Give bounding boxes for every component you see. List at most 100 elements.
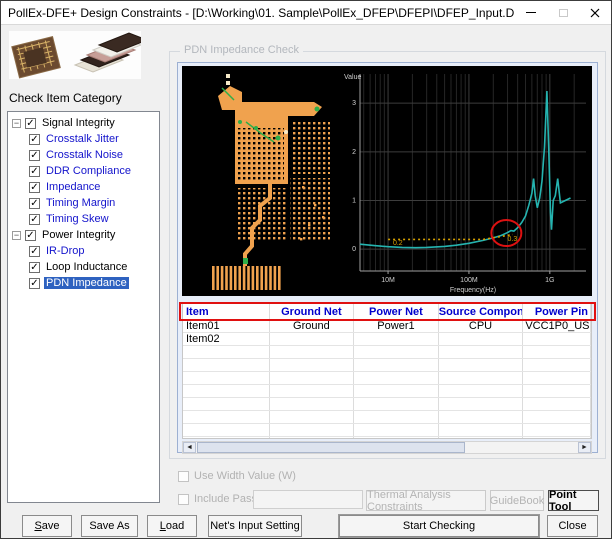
table-cell (523, 346, 591, 358)
maximize-icon (559, 9, 568, 17)
table-empty-row[interactable] (183, 359, 591, 372)
tree-item-power-integrity[interactable]: −✓ Power Integrity (9, 227, 159, 243)
category-label: Check Item Category (9, 91, 122, 105)
svg-text:1G: 1G (545, 277, 554, 284)
table-cell (439, 372, 524, 384)
table-cell (523, 385, 591, 397)
table-cell (183, 359, 270, 371)
tree-item-crosstalk-noise[interactable]: ✓Crosstalk Noise (9, 147, 159, 163)
tree-item-timing-skew[interactable]: ✓Timing Skew (9, 211, 159, 227)
column-header-ground-net: Ground Net (270, 304, 355, 319)
tree-item-label: Signal Integrity (40, 117, 117, 129)
svg-text:3: 3 (352, 100, 356, 107)
table-empty-row[interactable] (183, 385, 591, 398)
checkbox-icon[interactable]: ✓ (29, 278, 40, 289)
table-cell (439, 411, 524, 423)
close-icon (590, 8, 600, 18)
svg-text:0.2: 0.2 (393, 240, 403, 247)
load-button[interactable]: Load (147, 515, 197, 537)
checkbox-icon[interactable]: ✓ (29, 246, 40, 257)
column-header-power-net: Power Net (354, 304, 439, 319)
point-tool-button[interactable]: Point Tool (548, 490, 599, 511)
table-empty-row[interactable] (183, 346, 591, 359)
include-pass-checkbox (178, 494, 189, 505)
table-cell (183, 385, 270, 397)
table-cell (354, 346, 439, 358)
table-empty-row[interactable] (183, 411, 591, 424)
tree-item-crosstalk-jitter[interactable]: ✓ Crosstalk Jitter (9, 131, 159, 147)
tree-item-label: Loop Inductance (44, 261, 129, 273)
table-cell (270, 333, 355, 345)
checkbox-icon[interactable]: ✓ (29, 134, 40, 145)
checkbox-icon[interactable]: ✓ (29, 166, 40, 177)
svg-text:100M: 100M (460, 277, 478, 284)
table-cell (354, 424, 439, 436)
checkbox-icon[interactable]: ✓ (29, 262, 40, 273)
tree-item-impedance[interactable]: ✓Impedance (9, 179, 159, 195)
expander-minus-icon[interactable]: − (12, 231, 21, 240)
result-table: ItemGround NetPower NetSource ComponentP… (182, 303, 592, 439)
start-checking-button[interactable]: Start Checking (339, 515, 539, 537)
scroll-left-icon[interactable]: ◄ (183, 442, 196, 453)
table-cell (523, 359, 591, 371)
column-header-source-component: Source Component (439, 304, 524, 319)
tree-item-signal-integrity[interactable]: −✓ Signal Integrity (9, 115, 159, 131)
save-as-button[interactable]: Save As (81, 515, 138, 537)
table-cell (270, 398, 355, 410)
table-empty-row[interactable] (183, 372, 591, 385)
save-button[interactable]: Save (22, 515, 72, 537)
checkbox-icon[interactable]: ✓ (25, 118, 36, 129)
checkbox-icon[interactable]: ✓ (25, 230, 36, 241)
table-empty-row[interactable] (183, 437, 591, 439)
tree-item-timing-margin[interactable]: ✓Timing Margin (9, 195, 159, 211)
check-item-tree[interactable]: −✓Signal Integrity✓Crosstalk Jitter✓Cros… (7, 111, 160, 503)
guidebook-button: GuideBook (490, 490, 544, 511)
expander-minus-icon[interactable]: − (12, 119, 21, 128)
table-row[interactable]: Item01GroundPower1CPUVCC1P0_USB: FB113 (183, 320, 591, 333)
window-title: PollEx-DFE+ Design Constraints - [D:\Wor… (1, 6, 515, 20)
scrollbar-thumb[interactable] (197, 442, 465, 453)
tree-item-label: Power Integrity (40, 229, 117, 241)
tree-item-ir-drop[interactable]: ✓ IR-Drop (9, 243, 159, 259)
tree-item-label: IR-Drop (44, 245, 87, 257)
table-cell (183, 411, 270, 423)
use-width-checkbox-row: Use Width Value (W) (178, 470, 296, 482)
result-panel: 012310M100M1GValueFrequency(Hz)0.20.3 It… (177, 62, 598, 453)
scroll-right-icon[interactable]: ► (578, 442, 591, 453)
checkbox-icon[interactable]: ✓ (29, 182, 40, 193)
tree-item-pdn-impedance[interactable]: ✓ PDN Impedance (9, 275, 159, 291)
table-cell (523, 372, 591, 384)
table-cell (183, 424, 270, 436)
table-cell (183, 346, 270, 358)
checkbox-icon[interactable]: ✓ (29, 198, 40, 209)
column-header-item: Item (183, 304, 270, 319)
table-cell (523, 411, 591, 423)
table-empty-row[interactable] (183, 398, 591, 411)
close-button[interactable] (579, 1, 611, 24)
svg-text:Frequency(Hz): Frequency(Hz) (450, 287, 496, 294)
table-cell (523, 333, 591, 345)
tree-item-label: Crosstalk Jitter (44, 133, 121, 145)
tree-item-label: PDN Impedance (44, 277, 129, 289)
table-row[interactable]: Item02 (183, 333, 591, 346)
dialog-window: PollEx-DFE+ Design Constraints - [D:\Wor… (0, 0, 612, 539)
close-dialog-button[interactable]: Close (547, 515, 598, 537)
horizontal-scrollbar[interactable]: ◄ ► (182, 441, 592, 454)
svg-text:Value: Value (344, 74, 361, 81)
tree-item-ddr-compliance[interactable]: ✓DDR Compliance (9, 163, 159, 179)
table-empty-row[interactable] (183, 424, 591, 437)
pdn-impedance-chart: 012310M100M1GValueFrequency(Hz)0.20.3 (342, 66, 592, 296)
nets-input-setting-label: Net's Input Setting (210, 520, 300, 532)
tree-item-loop-inductance[interactable]: ✓ Loop Inductance (9, 259, 159, 275)
svg-text:10M: 10M (381, 277, 395, 284)
checkbox-icon[interactable]: ✓ (29, 214, 40, 225)
nets-input-setting-button[interactable]: Net's Input Setting (208, 515, 302, 537)
svg-text:2: 2 (352, 149, 356, 156)
minimize-button[interactable] (515, 1, 547, 24)
checkbox-icon[interactable]: ✓ (29, 150, 40, 161)
table-cell (439, 359, 524, 371)
window-controls (515, 1, 611, 24)
table-cell (523, 398, 591, 410)
load-button-label: Load (160, 520, 184, 532)
maximize-button[interactable] (547, 1, 579, 24)
